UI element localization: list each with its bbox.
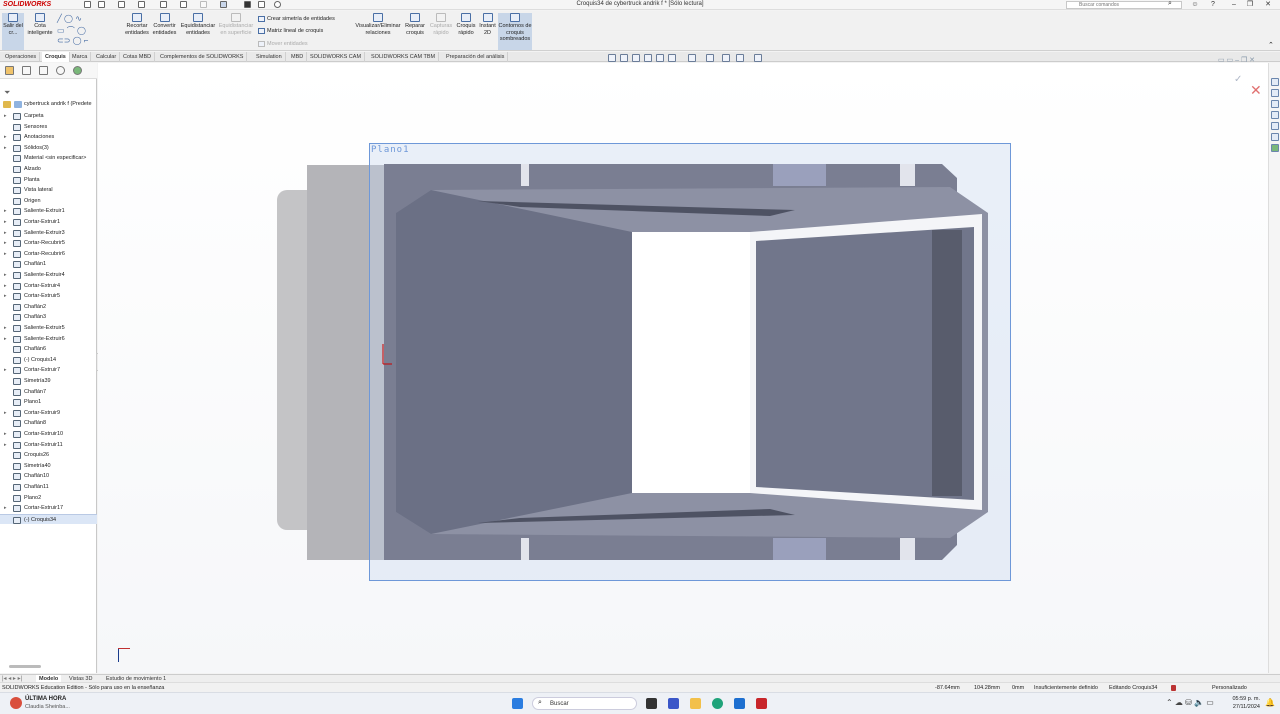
task-view-icon[interactable] — [646, 698, 657, 709]
design-library-icon[interactable] — [1271, 89, 1279, 97]
news-icon[interactable] — [10, 697, 22, 709]
notifications-icon[interactable]: 🔔 — [1265, 698, 1275, 707]
task-pane — [1268, 63, 1280, 673]
viewport-window-controls[interactable]: ▭ ▭ – ❐ ✕ — [1218, 56, 1255, 64]
custom-properties-icon[interactable] — [1271, 133, 1279, 141]
appearances-icon[interactable] — [1271, 122, 1279, 130]
wheel-well-1 — [521, 164, 529, 186]
copilot-icon[interactable] — [668, 698, 679, 709]
tailgate — [932, 230, 962, 496]
cybertruck-model — [382, 164, 988, 560]
taskbar-search-icon: ⌕ — [538, 699, 542, 706]
rebuild-status-icon[interactable] — [1171, 685, 1176, 691]
status-bar: SOLIDWORKS Education Edition - Sólo para… — [0, 682, 1280, 692]
model-tabs: |◂ ◂ ▸ ▸| Modelo Vistas 3D Estudio de mo… — [0, 674, 1280, 683]
wheel-well-2 — [773, 164, 826, 186]
news-title[interactable]: ÚLTIMA HORA — [25, 696, 66, 702]
triad-icon — [116, 646, 130, 664]
tab-scroll-arrows[interactable]: |◂ ◂ ▸ ▸| — [2, 675, 22, 682]
windshield — [632, 232, 750, 493]
solidworks-resources-icon[interactable] — [1271, 78, 1279, 86]
file-explorer-taskbar-icon[interactable] — [690, 698, 701, 709]
windows-taskbar: ÚLTIMA HORA Claudia Sheinba... ⌕ Buscar … — [0, 692, 1280, 714]
cancel-sketch-icon[interactable]: ✕ — [1250, 82, 1262, 99]
3d-experience-icon[interactable] — [1271, 144, 1279, 152]
wheel-well-3 — [900, 164, 915, 186]
news-subtitle: Claudia Sheinba... — [25, 704, 70, 710]
store-icon[interactable] — [734, 698, 745, 709]
clock-time[interactable]: 05:59 p. m. — [1228, 696, 1260, 702]
start-icon[interactable] — [512, 698, 523, 709]
confirm-sketch-icon[interactable]: ✓ — [1234, 74, 1242, 85]
clock-date[interactable]: 27/11/2024 — [1228, 704, 1260, 710]
taskbar-search[interactable]: ⌕ Buscar — [532, 697, 637, 710]
edge-icon[interactable] — [712, 698, 723, 709]
file-explorer-icon[interactable] — [1271, 100, 1279, 108]
wheel-well-5 — [773, 538, 826, 560]
view-palette-icon[interactable] — [1271, 111, 1279, 119]
system-tray-icons[interactable]: ⌃ ☁ ⛁ 🔈 ▭ — [1166, 698, 1214, 707]
hood-panel — [396, 190, 632, 534]
wheel-well-6 — [900, 538, 915, 560]
wheel-well-4 — [521, 538, 529, 560]
solidworks-taskbar-icon[interactable] — [756, 698, 767, 709]
